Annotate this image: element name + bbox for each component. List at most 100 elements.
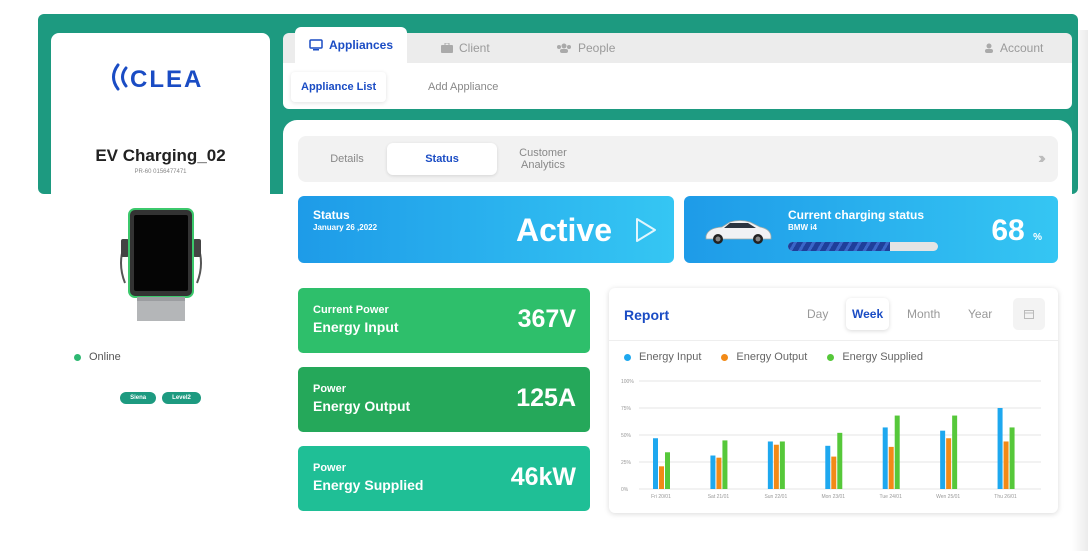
legend-dot (721, 353, 729, 361)
charging-percent: 68 % (991, 214, 1042, 248)
charging-percent-value: 68 (991, 214, 1025, 247)
account-label: Account (1000, 41, 1044, 55)
tab-details[interactable]: Details (312, 136, 382, 182)
tag-badge[interactable]: Siena (120, 392, 157, 404)
bar (894, 415, 900, 489)
chart-legend: Energy Input Energy Output Energy Suppli… (624, 351, 923, 363)
tab-customer-analytics[interactable]: Customer Analytics (508, 136, 578, 182)
device-sidebar: CLEA EV Charging_02 PR-60 0156477471 Onl… (51, 33, 270, 551)
metric-value: 46kW (510, 463, 576, 491)
x-tick-label: Sun 22/01 (764, 494, 787, 500)
people-icon (557, 43, 571, 53)
bar (722, 440, 728, 489)
bar (773, 444, 779, 489)
bar (779, 441, 785, 489)
metric-energy-input: Current Power Energy Input 367V (298, 288, 590, 353)
metric-caption: Power (313, 383, 347, 395)
charging-percent-unit: % (1033, 232, 1042, 243)
bar (997, 408, 1003, 489)
charging-title: Current charging status (788, 208, 925, 222)
bar (1003, 441, 1009, 489)
car-icon (705, 220, 772, 244)
x-tick-label: Tue 24/01 (880, 494, 903, 500)
status-text: Online (89, 351, 121, 363)
tab-label: Appliances (329, 38, 394, 52)
x-tick-label: Fri 20/01 (651, 494, 671, 500)
status-dot (74, 353, 81, 361)
report-title: Report (624, 307, 670, 323)
period-year[interactable]: Year (968, 298, 992, 330)
status-value: Active (515, 212, 612, 248)
subtab-add-appliance[interactable]: Add Appliance (428, 72, 498, 102)
bar (1009, 427, 1015, 489)
y-tick-label: 50% (621, 433, 632, 439)
metric-caption: Power (313, 462, 347, 474)
bar (659, 466, 664, 489)
tag-badge[interactable]: Level2 (162, 392, 201, 404)
top-nav: Appliances Client People Account (283, 27, 1072, 63)
subtab-appliance-list[interactable]: Appliance List (291, 72, 387, 102)
y-tick-label: 0% (621, 487, 629, 493)
metric-value: 125A (516, 384, 576, 412)
bar (831, 456, 837, 489)
bar (825, 445, 831, 489)
y-tick-label: 25% (621, 460, 632, 466)
brand-logo: CLEA (51, 59, 270, 100)
status-card-title: Status (313, 208, 350, 222)
legend-item: Energy Supplied (827, 351, 923, 363)
car-model: BMW i4 (788, 223, 817, 232)
tab-people[interactable]: People (556, 33, 615, 63)
metric-title: Energy Output (313, 398, 411, 414)
status-card: Status January 26 ,2022 Active (298, 196, 674, 263)
charging-progress-fill (788, 242, 890, 251)
legend-item: Energy Output (721, 351, 807, 363)
bar (952, 415, 958, 489)
device-name: EV Charging_02 (95, 146, 226, 165)
legend-item: Energy Input (624, 351, 701, 363)
x-tick-label: Mon 23/01 (821, 494, 845, 500)
bar (888, 446, 894, 489)
bar (946, 438, 952, 489)
energy-bar-chart: 100% 75% 50% 25% 0% Fri 20/01 Sat 21/01 Sun 22/… (621, 379, 1041, 500)
charging-card: Current charging status BMW i4 68 % (684, 196, 1058, 263)
period-month[interactable]: Month (907, 298, 940, 330)
report-divider (609, 340, 1058, 341)
app-canvas: CLEA EV Charging_02 PR-60 0156477471 Onl… (0, 0, 1088, 551)
play-icon[interactable] (634, 216, 658, 244)
calendar-icon[interactable] (1013, 298, 1045, 330)
x-tick-label: Thu 26/01 (994, 494, 1017, 500)
y-tick-label: 75% (621, 406, 632, 412)
chevron-right-icon[interactable]: ››› (1038, 150, 1046, 168)
tab-client[interactable]: Client (441, 33, 490, 63)
period-day[interactable]: Day (807, 298, 828, 330)
metric-energy-output: Power Energy Output 125A (298, 367, 590, 432)
bar (940, 430, 946, 489)
metric-title: Energy Input (313, 319, 399, 335)
monitor-icon (309, 39, 323, 51)
sub-nav: Appliance List Add Appliance (283, 63, 1072, 109)
metric-energy-supplied: Power Energy Supplied 46kW (298, 446, 590, 511)
report-panel: Report Day Week Month Year Energy Input … (609, 288, 1058, 513)
section-tabs: Details Status Customer Analytics ››› (298, 136, 1058, 182)
bar (716, 457, 722, 489)
bar (653, 438, 658, 489)
account-menu[interactable]: Account (984, 33, 1043, 63)
tab-label: Client (459, 41, 490, 55)
legend-label: Energy Supplied (842, 351, 924, 363)
period-week[interactable]: Week (846, 298, 890, 330)
status-date: January 26 ,2022 (313, 223, 378, 232)
legend-label: Energy Input (639, 351, 702, 363)
online-status: Online (74, 351, 121, 363)
charger-image (117, 203, 205, 323)
bar (837, 432, 843, 489)
device-tags: Siena Level2 (51, 392, 270, 404)
tab-status[interactable]: Status (387, 143, 497, 175)
tab-appliances[interactable]: Appliances (295, 27, 408, 63)
bar (710, 455, 716, 489)
logo-text: CLEA (130, 66, 203, 93)
metric-value: 367V (517, 305, 576, 333)
metric-title: Energy Supplied (313, 477, 424, 493)
edge-shadow (1072, 30, 1088, 551)
bar (882, 427, 888, 489)
legend-dot (624, 353, 631, 361)
